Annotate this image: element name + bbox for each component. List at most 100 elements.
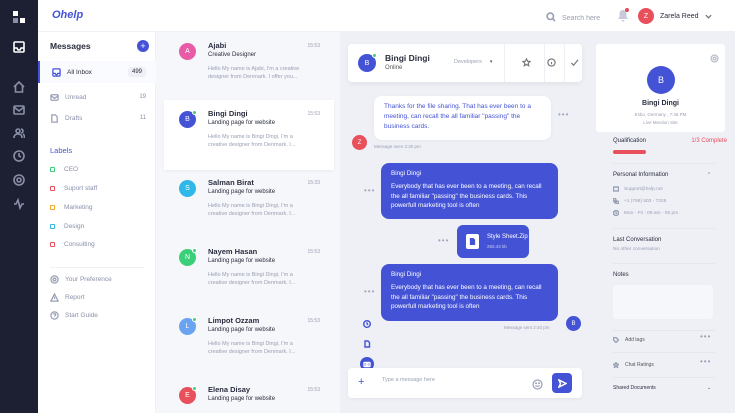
folder-count: 19 bbox=[139, 94, 146, 100]
conversation-time: 15:53 bbox=[307, 43, 320, 49]
conversation-time: 15:53 bbox=[307, 318, 320, 324]
label-color-square bbox=[50, 186, 55, 191]
conversation-item-active[interactable]: B Bingi Dingi Landing page for website 1… bbox=[164, 100, 334, 170]
settings-icon[interactable] bbox=[11, 172, 27, 188]
divider bbox=[613, 163, 715, 164]
label-color-square bbox=[50, 224, 55, 229]
message-input[interactable] bbox=[382, 377, 522, 383]
qualification-progress-fill bbox=[613, 150, 646, 154]
search-icon[interactable] bbox=[546, 9, 556, 27]
menu-start-guide[interactable]: Start Guide bbox=[38, 304, 156, 326]
settings-icon bbox=[50, 274, 59, 284]
conversation-item[interactable]: S Salman Birat Landing page for website … bbox=[164, 169, 334, 235]
mail-icon[interactable] bbox=[11, 102, 27, 118]
home-icon[interactable] bbox=[11, 79, 27, 95]
conversation-subject: Landing page for website bbox=[208, 258, 276, 264]
gear-icon[interactable] bbox=[710, 50, 719, 63]
department-dropdown[interactable]: Developers ▾ bbox=[454, 59, 492, 65]
chevron-up-icon[interactable]: ⌃ bbox=[707, 172, 711, 178]
chat-ratings-row[interactable]: Chat Ratings ••• bbox=[611, 357, 710, 369]
more-options-icon[interactable]: ••• bbox=[700, 332, 711, 341]
file-attachment[interactable]: Style Sheet.Zip 250.43 kb bbox=[457, 225, 529, 258]
conversation-subject: Landing page for website bbox=[208, 189, 276, 195]
conversation-item[interactable]: E Elena Disay Landing page for website 1… bbox=[164, 376, 334, 413]
notes-input[interactable] bbox=[613, 285, 713, 319]
messages-menu: Messages + All Inbox 499 Unread 19 Draft… bbox=[38, 32, 156, 413]
conversation-item[interactable]: A Ajabi Creative Designer 15:53 Hello My… bbox=[164, 32, 334, 98]
personal-info-section[interactable]: Personal Information ⌃ bbox=[613, 172, 711, 178]
profile-link[interactable]: Live Mention Site bbox=[596, 120, 725, 125]
attach-file-icon[interactable] bbox=[360, 337, 374, 351]
add-attachment-button[interactable]: + bbox=[358, 376, 364, 388]
folder-all-inbox[interactable]: All Inbox 499 bbox=[38, 61, 156, 83]
conversation-preview: Hello My name is Bingi Dingi, I'm a crea… bbox=[208, 341, 296, 356]
label-marketing[interactable]: Marketing bbox=[50, 204, 93, 211]
message-options-icon[interactable]: ••• bbox=[364, 186, 375, 195]
inbox-icon[interactable] bbox=[11, 39, 27, 55]
emoji-icon[interactable] bbox=[532, 377, 543, 390]
star-icon[interactable] bbox=[520, 56, 532, 68]
conversation-item[interactable]: N Nayem Hasan Landing page for website 1… bbox=[164, 238, 334, 304]
avatar: N bbox=[179, 248, 197, 266]
label-ceo[interactable]: CEO bbox=[50, 166, 78, 173]
section-title: Shared Documents bbox=[613, 385, 656, 391]
search-box[interactable] bbox=[546, 9, 622, 27]
profile-name: Bingi Dingi bbox=[642, 100, 679, 107]
info-icon[interactable] bbox=[545, 56, 557, 68]
activity-icon[interactable] bbox=[11, 196, 27, 212]
profile-card: B Bingi Dingi Esbo, Germany , 7:46 PM Li… bbox=[596, 44, 725, 132]
user-avatar[interactable]: Z bbox=[638, 8, 654, 24]
check-icon[interactable] bbox=[568, 56, 580, 68]
new-message-button[interactable]: + bbox=[137, 40, 149, 52]
folder-drafts[interactable]: Drafts 11 bbox=[38, 107, 156, 129]
online-indicator bbox=[192, 386, 197, 391]
label-support-staff[interactable]: Suport staff bbox=[50, 185, 97, 192]
user-name[interactable]: Zarela Reed bbox=[660, 13, 699, 20]
message-options-icon[interactable]: ••• bbox=[438, 236, 449, 245]
folder-label: Unread bbox=[65, 93, 87, 101]
incoming-message: Thanks for the file sharing. That has ev… bbox=[374, 96, 551, 140]
conversation-time: 15:53 bbox=[307, 249, 320, 255]
logo-icon[interactable] bbox=[11, 9, 27, 25]
online-indicator bbox=[192, 110, 197, 115]
chat-panel: B Bingi Dingi Online Developers ▾ Thanks … bbox=[340, 32, 588, 413]
conversation-time: 15:53 bbox=[307, 111, 320, 117]
conversation-list: A Ajabi Creative Designer 15:53 Hello My… bbox=[156, 32, 340, 413]
message-options-icon[interactable]: ••• bbox=[558, 110, 569, 119]
chevron-down-icon[interactable] bbox=[704, 7, 712, 25]
menu-label: Your Preference bbox=[65, 275, 112, 283]
shared-documents-section[interactable]: Shared Documents ⌄ bbox=[613, 385, 711, 391]
qualification-label: Qualification bbox=[613, 138, 647, 144]
folder-label: All Inbox bbox=[67, 68, 92, 76]
notification-dot bbox=[625, 8, 629, 12]
message-options-icon[interactable]: ••• bbox=[364, 287, 375, 296]
users-icon[interactable] bbox=[11, 125, 27, 141]
schedule-icon[interactable] bbox=[360, 317, 374, 331]
chat-contact-avatar[interactable]: B bbox=[358, 53, 377, 72]
file-icon bbox=[466, 234, 479, 249]
chevron-down-icon[interactable]: ⌄ bbox=[707, 385, 711, 391]
avatar: B bbox=[179, 110, 197, 128]
folder-unread[interactable]: Unread 19 bbox=[38, 86, 156, 108]
app-logo[interactable]: Ohelp bbox=[52, 9, 83, 21]
clock-icon[interactable] bbox=[11, 148, 27, 164]
user-menu[interactable]: Z Zarela Reed bbox=[638, 7, 712, 25]
action-label: Chat Ratings bbox=[625, 362, 654, 368]
notification-bell-icon[interactable] bbox=[618, 8, 629, 22]
email-value: Support@help.net bbox=[624, 186, 663, 192]
add-tags-row[interactable]: Add tags ••• bbox=[612, 332, 710, 344]
label-text: Consulting bbox=[64, 241, 95, 248]
more-options-icon[interactable]: ••• bbox=[700, 357, 711, 366]
conversation-time: 15:53 bbox=[307, 387, 320, 393]
conversation-subject: Landing page for website bbox=[208, 327, 276, 333]
conversation-item[interactable]: L Limpot Ozzam Landing page for website … bbox=[164, 307, 334, 373]
label-color-square bbox=[50, 167, 55, 172]
send-button[interactable] bbox=[552, 373, 572, 393]
label-consulting[interactable]: Consulting bbox=[50, 241, 95, 248]
label-design[interactable]: Design bbox=[50, 223, 84, 230]
search-input[interactable] bbox=[562, 14, 622, 22]
divider bbox=[613, 263, 715, 264]
folder-count: 499 bbox=[127, 67, 146, 77]
divider bbox=[564, 44, 565, 82]
sender-name: Bingi Dingi bbox=[391, 271, 422, 278]
